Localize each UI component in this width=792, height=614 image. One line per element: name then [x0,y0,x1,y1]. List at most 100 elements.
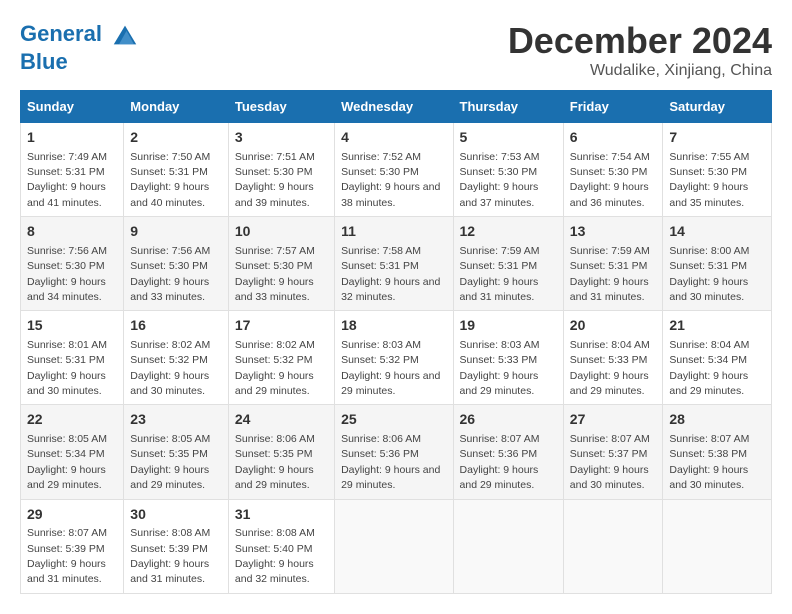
logo-text: General [20,20,140,50]
day-info: Sunrise: 8:04 AMSunset: 5:33 PMDaylight:… [570,339,650,397]
calendar-cell: 5Sunrise: 7:53 AMSunset: 5:30 PMDaylight… [453,123,563,217]
day-info: Sunrise: 8:00 AMSunset: 5:31 PMDaylight:… [669,245,749,303]
day-info: Sunrise: 7:52 AMSunset: 5:30 PMDaylight:… [341,151,440,209]
calendar-week-row: 8Sunrise: 7:56 AMSunset: 5:30 PMDaylight… [21,217,772,311]
day-info: Sunrise: 8:06 AMSunset: 5:35 PMDaylight:… [235,433,315,491]
day-info: Sunrise: 8:01 AMSunset: 5:31 PMDaylight:… [27,339,107,397]
day-info: Sunrise: 7:49 AMSunset: 5:31 PMDaylight:… [27,151,107,209]
day-info: Sunrise: 7:59 AMSunset: 5:31 PMDaylight:… [570,245,650,303]
calendar-cell [663,499,772,593]
day-number: 31 [235,505,328,525]
main-title: December 2024 [508,20,772,62]
day-info: Sunrise: 7:59 AMSunset: 5:31 PMDaylight:… [460,245,540,303]
day-number: 19 [460,316,557,336]
day-info: Sunrise: 8:05 AMSunset: 5:34 PMDaylight:… [27,433,107,491]
calendar-cell: 29Sunrise: 8:07 AMSunset: 5:39 PMDayligh… [21,499,124,593]
calendar-week-row: 29Sunrise: 8:07 AMSunset: 5:39 PMDayligh… [21,499,772,593]
calendar-cell: 18 Sunrise: 8:03 AMSunset: 5:32 PMDayligh… [335,311,453,405]
calendar-cell: 3Sunrise: 7:51 AMSunset: 5:30 PMDaylight… [228,123,334,217]
logo-blue: Blue [20,50,140,74]
calendar-cell: 26Sunrise: 8:07 AMSunset: 5:36 PMDayligh… [453,405,563,499]
day-info: Sunrise: 8:07 AMSunset: 5:39 PMDaylight:… [27,527,107,585]
calendar-week-row: 22 Sunrise: 8:05 AMSunset: 5:34 PMDayligh… [21,405,772,499]
day-number: 28 [669,410,765,430]
calendar-table: SundayMondayTuesdayWednesdayThursdayFrid… [20,90,772,594]
day-number: 23 [130,410,222,430]
calendar-cell [453,499,563,593]
calendar-cell: 27 Sunrise: 8:07 AMSunset: 5:37 PMDayligh… [563,405,663,499]
day-number: 26 [460,410,557,430]
calendar-cell: 19 Sunrise: 8:03 AMSunset: 5:33 PMDayligh… [453,311,563,405]
day-info: Sunrise: 7:55 AMSunset: 5:30 PMDaylight:… [669,151,749,209]
day-number: 12 [460,222,557,242]
calendar-cell: 14 Sunrise: 8:00 AMSunset: 5:31 PMDayligh… [663,217,772,311]
day-info: Sunrise: 8:02 AMSunset: 5:32 PMDaylight:… [130,339,210,397]
day-info: Sunrise: 8:07 AMSunset: 5:37 PMDaylight:… [570,433,650,491]
day-info: Sunrise: 8:04 AMSunset: 5:34 PMDaylight:… [669,339,749,397]
day-info: Sunrise: 7:54 AMSunset: 5:30 PMDaylight:… [570,151,650,209]
day-number: 9 [130,222,222,242]
calendar-cell: 31Sunrise: 8:08 AMSunset: 5:40 PMDayligh… [228,499,334,593]
calendar-cell: 20Sunrise: 8:04 AMSunset: 5:33 PMDayligh… [563,311,663,405]
day-number: 11 [341,222,446,242]
subtitle: Wudalike, Xinjiang, China [508,62,772,80]
day-info: Sunrise: 8:07 AMSunset: 5:38 PMDaylight:… [669,433,749,491]
calendar-cell: 22 Sunrise: 8:05 AMSunset: 5:34 PMDayligh… [21,405,124,499]
day-number: 29 [27,505,117,525]
day-info: Sunrise: 8:02 AMSunset: 5:32 PMDaylight:… [235,339,315,397]
day-info: Sunrise: 7:56 AMSunset: 5:30 PMDaylight:… [27,245,107,303]
calendar-cell: 4Sunrise: 7:52 AMSunset: 5:30 PMDaylight… [335,123,453,217]
calendar-cell: 21 Sunrise: 8:04 AMSunset: 5:34 PMDayligh… [663,311,772,405]
calendar-header-row: SundayMondayTuesdayWednesdayThursdayFrid… [21,91,772,123]
calendar-cell: 11 Sunrise: 7:58 AMSunset: 5:31 PMDayligh… [335,217,453,311]
day-number: 27 [570,410,657,430]
day-number: 17 [235,316,328,336]
calendar-cell: 16 Sunrise: 8:02 AMSunset: 5:32 PMDayligh… [124,311,229,405]
calendar-cell: 25 Sunrise: 8:06 AMSunset: 5:36 PMDayligh… [335,405,453,499]
calendar-cell: 2 Sunrise: 7:50 AMSunset: 5:31 PMDaylight… [124,123,229,217]
day-number: 18 [341,316,446,336]
calendar-cell: 24 Sunrise: 8:06 AMSunset: 5:35 PMDayligh… [228,405,334,499]
calendar-cell: 15 Sunrise: 8:01 AMSunset: 5:31 PMDayligh… [21,311,124,405]
day-number: 21 [669,316,765,336]
weekday-header: Friday [563,91,663,123]
day-info: Sunrise: 8:03 AMSunset: 5:33 PMDaylight:… [460,339,540,397]
day-info: Sunrise: 7:58 AMSunset: 5:31 PMDaylight:… [341,245,440,303]
calendar-week-row: 15 Sunrise: 8:01 AMSunset: 5:31 PMDayligh… [21,311,772,405]
logo-icon [110,20,140,50]
calendar-cell: 23 Sunrise: 8:05 AMSunset: 5:35 PMDayligh… [124,405,229,499]
day-info: Sunrise: 8:08 AMSunset: 5:39 PMDaylight:… [130,527,210,585]
day-info: Sunrise: 8:08 AMSunset: 5:40 PMDaylight:… [235,527,315,585]
calendar-cell [335,499,453,593]
day-info: Sunrise: 7:53 AMSunset: 5:30 PMDaylight:… [460,151,540,209]
weekday-header: Thursday [453,91,563,123]
day-number: 7 [669,128,765,148]
day-number: 16 [130,316,222,336]
day-number: 2 [130,128,222,148]
day-info: Sunrise: 7:50 AMSunset: 5:31 PMDaylight:… [130,151,210,209]
calendar-cell: 13Sunrise: 7:59 AMSunset: 5:31 PMDayligh… [563,217,663,311]
day-number: 15 [27,316,117,336]
calendar-cell: 10Sunrise: 7:57 AMSunset: 5:30 PMDayligh… [228,217,334,311]
day-info: Sunrise: 8:06 AMSunset: 5:36 PMDaylight:… [341,433,440,491]
weekday-header: Tuesday [228,91,334,123]
calendar-cell: 6Sunrise: 7:54 AMSunset: 5:30 PMDaylight… [563,123,663,217]
weekday-header: Sunday [21,91,124,123]
day-number: 30 [130,505,222,525]
weekday-header: Wednesday [335,91,453,123]
calendar-cell: 9Sunrise: 7:56 AMSunset: 5:30 PMDaylight… [124,217,229,311]
day-info: Sunrise: 8:03 AMSunset: 5:32 PMDaylight:… [341,339,440,397]
day-number: 24 [235,410,328,430]
logo-general: General [20,21,102,46]
weekday-header: Monday [124,91,229,123]
day-number: 25 [341,410,446,430]
calendar-cell [563,499,663,593]
day-info: Sunrise: 7:51 AMSunset: 5:30 PMDaylight:… [235,151,315,209]
day-info: Sunrise: 8:05 AMSunset: 5:35 PMDaylight:… [130,433,210,491]
day-number: 14 [669,222,765,242]
calendar-cell: 17 Sunrise: 8:02 AMSunset: 5:32 PMDayligh… [228,311,334,405]
calendar-cell: 12 Sunrise: 7:59 AMSunset: 5:31 PMDayligh… [453,217,563,311]
day-number: 1 [27,128,117,148]
day-number: 22 [27,410,117,430]
calendar-cell: 8Sunrise: 7:56 AMSunset: 5:30 PMDaylight… [21,217,124,311]
